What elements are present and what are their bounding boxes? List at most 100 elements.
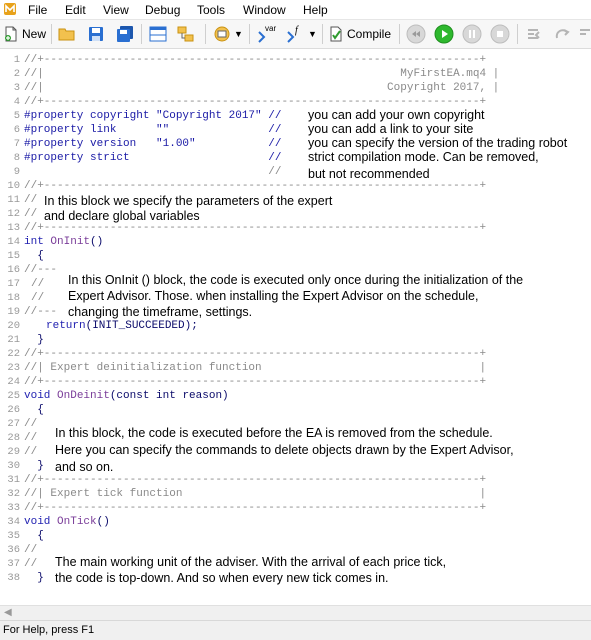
- pause-icon: [462, 24, 482, 44]
- chevron-down-icon: ▼: [308, 29, 317, 39]
- code-line: //+-------------------------------------…: [24, 96, 487, 108]
- toolbar-separator: [517, 24, 518, 44]
- play-icon: [434, 24, 454, 44]
- start-debugging-button[interactable]: [434, 22, 454, 46]
- toolbar-separator: [399, 24, 400, 44]
- line-number: 6: [13, 124, 20, 136]
- code-line: {: [24, 250, 44, 262]
- code-comment-dash: //---: [24, 264, 58, 276]
- step-over-button[interactable]: [552, 22, 572, 46]
- open-button[interactable]: [58, 22, 76, 46]
- navigator-button[interactable]: [149, 22, 167, 46]
- code-comment: //: [24, 446, 38, 458]
- line-number: 34: [7, 516, 20, 528]
- ondeinit-args: (const int reason): [109, 390, 229, 402]
- metaeditor-app-icon[interactable]: [3, 2, 17, 16]
- line-number: 3: [13, 82, 20, 94]
- annotation-block-1: In this block we specify the parameters …: [44, 194, 333, 208]
- new-file-icon: [5, 26, 17, 42]
- pause-button[interactable]: [462, 22, 482, 46]
- toolbar-separator: [141, 24, 142, 44]
- step-out-button[interactable]: [578, 22, 591, 46]
- debug-start-history-button[interactable]: [406, 22, 426, 46]
- code-line: //+-------------------------------------…: [24, 222, 487, 234]
- line-number: 20: [7, 320, 20, 332]
- menu-edit[interactable]: Edit: [65, 3, 86, 17]
- line-number: 12: [7, 208, 20, 220]
- keyword-void: void: [24, 516, 51, 528]
- status-text: For Help, press F1: [3, 624, 95, 636]
- menu-window[interactable]: Window: [243, 3, 286, 17]
- parens: (): [90, 236, 104, 248]
- annotation-oninit-1: In this OnInit () block, the code is exe…: [68, 273, 524, 287]
- line-number: 28: [7, 432, 20, 444]
- toolbox-button[interactable]: [177, 22, 195, 46]
- line-number: 16: [7, 264, 20, 276]
- line-number: 4: [13, 96, 20, 108]
- keyword-int: int: [24, 236, 44, 248]
- stop-button[interactable]: [490, 22, 510, 46]
- code-line: //+-------------------------------------…: [24, 474, 487, 486]
- save-all-button[interactable]: [116, 22, 134, 46]
- annotation-copyright: you can add your own copyright: [308, 108, 485, 122]
- styler-button[interactable]: ▼: [213, 22, 243, 46]
- line-number: 32: [7, 488, 20, 500]
- line-number: 38: [7, 572, 20, 584]
- insert-function-button[interactable]: f ▼: [285, 22, 317, 46]
- code-comment-continuation: //: [24, 166, 282, 178]
- step-over-icon: [555, 29, 570, 39]
- new-button[interactable]: New: [3, 22, 46, 46]
- scroll-left-icon[interactable]: ◀: [4, 607, 12, 618]
- menu-file[interactable]: File: [28, 3, 47, 17]
- annotation-link: you can add a link to your site: [308, 122, 474, 136]
- annotation-deinit-1: In this block, the code is executed befo…: [55, 426, 493, 440]
- annotation-version: you can specify the version of the tradi…: [308, 136, 568, 150]
- code-comment: //: [24, 194, 38, 206]
- line-number: 37: [7, 558, 20, 570]
- open-folder-icon: [58, 28, 75, 41]
- compile-button[interactable]: Compile: [328, 22, 391, 46]
- code-line: }: [24, 334, 44, 346]
- code-line: //+-------------------------------------…: [24, 54, 487, 66]
- code-editor[interactable]: 1 2 3 4 5 6 7 8 9 10 11 12 13 14 15 16 17 18 19 20 21 22 23 24 2…: [0, 49, 591, 605]
- new-button-label: New: [22, 27, 47, 41]
- function-name-ondeinit: OnDeinit: [57, 390, 110, 402]
- insert-variable-button[interactable]: var: [256, 22, 278, 46]
- code-comment: //: [24, 432, 38, 444]
- keyword-return: return: [46, 320, 86, 332]
- save-button[interactable]: [88, 22, 104, 46]
- code-line: //| Expert deinitialization function |: [24, 362, 487, 374]
- horizontal-scrollbar[interactable]: ◀: [0, 605, 591, 620]
- code-property-copyright: #property copyright "Copyright 2017" //: [24, 110, 282, 122]
- menu-debug[interactable]: Debug: [145, 3, 180, 17]
- line-number: 27: [7, 418, 20, 430]
- toolbar-separator: [51, 24, 52, 44]
- toolbox-icon: [177, 26, 194, 42]
- annotation-strict-2: but not recommended: [308, 167, 430, 181]
- code-comment: //: [24, 208, 38, 220]
- code-comment: //: [24, 544, 38, 556]
- return-args: (INIT_SUCCEEDED);: [85, 320, 198, 332]
- line-number: 18: [7, 292, 20, 304]
- line-number: 8: [13, 152, 20, 164]
- step-into-button[interactable]: [524, 22, 544, 46]
- compile-icon: [330, 26, 342, 42]
- menu-help[interactable]: Help: [303, 3, 328, 17]
- code-ondeinit-signature: void OnDeinit(const int reason): [24, 389, 229, 403]
- annotation-oninit-3: changing the timeframe, settings.: [68, 305, 253, 319]
- annotation-strict-1: strict compilation mode. Can be removed,: [308, 150, 539, 164]
- function-icon: f: [287, 25, 299, 43]
- menu-tools[interactable]: Tools: [197, 3, 225, 17]
- line-number: 33: [7, 502, 20, 514]
- line-number: 30: [7, 460, 20, 472]
- code-property-strict: #property strict //: [24, 152, 282, 164]
- code-property-version: #property version "1.00" //: [24, 138, 282, 150]
- line-number: 31: [7, 474, 20, 486]
- line-number: 5: [13, 110, 20, 122]
- code-comment: //: [24, 418, 38, 430]
- menu-view[interactable]: View: [103, 3, 129, 17]
- code-line: //| MyFirstEA.mq4 |: [24, 68, 500, 80]
- code-line: //| Copyright 2017, |: [24, 82, 500, 94]
- line-number: 11: [7, 194, 20, 206]
- line-number: 15: [7, 250, 20, 262]
